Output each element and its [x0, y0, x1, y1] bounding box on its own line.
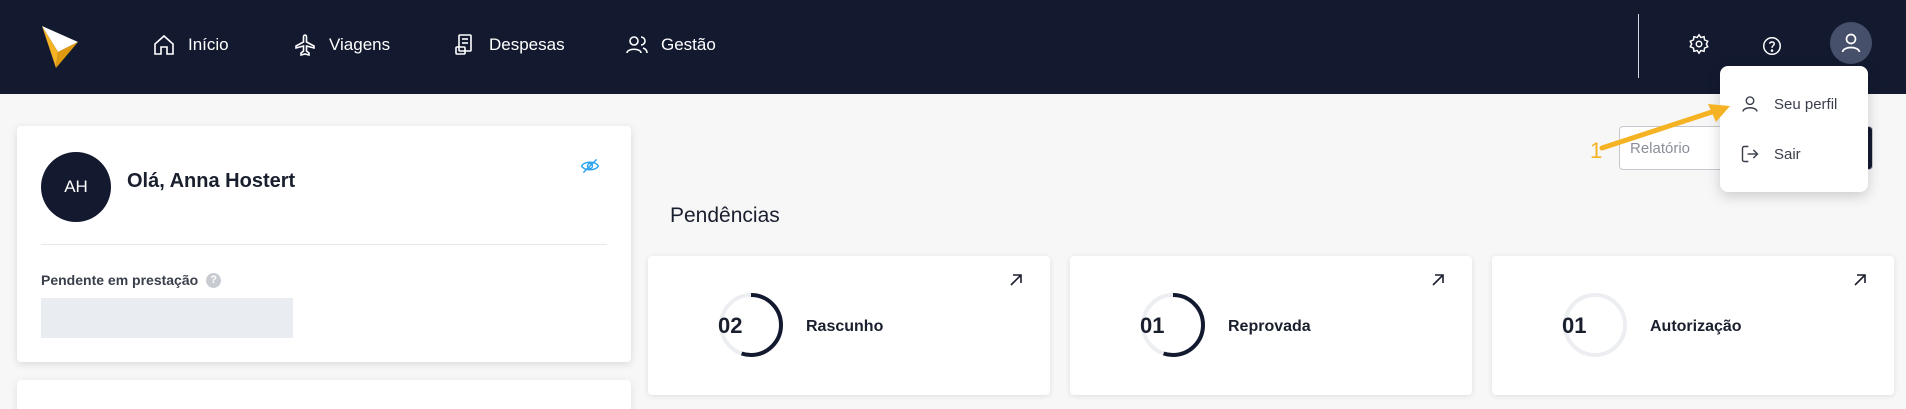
- annotation-number: 1: [1590, 138, 1603, 163]
- arrow-up-right-icon[interactable]: [1430, 272, 1446, 288]
- user-menu-button[interactable]: [1830, 22, 1872, 64]
- plane-icon: [295, 34, 315, 57]
- nav-despesas[interactable]: Despesas: [453, 30, 565, 60]
- menu-item-profile[interactable]: Seu perfil: [1740, 90, 1837, 118]
- nav-despesas-label: Despesas: [489, 35, 565, 54]
- pendency-label: Rascunho: [806, 318, 884, 335]
- annotation-arrow: [1599, 104, 1730, 151]
- nav-gestao[interactable]: Gestão: [625, 30, 716, 60]
- pendency-label: Reprovada: [1228, 318, 1311, 335]
- nav-divider: [1638, 14, 1639, 78]
- pendency-card-autorizacao[interactable]: 01 Autorização: [1492, 256, 1894, 395]
- arrow-up-right-icon[interactable]: [1008, 272, 1024, 288]
- user-icon: [1841, 33, 1861, 53]
- user-icon: [1742, 96, 1758, 112]
- nav-inicio[interactable]: Início: [152, 30, 229, 60]
- avatar: AH: [41, 152, 111, 222]
- secondary-card: [17, 380, 631, 409]
- card-divider: [41, 244, 607, 245]
- arrow-up-right-icon[interactable]: [1852, 272, 1868, 288]
- pending-value-placeholder: [41, 298, 293, 338]
- help-badge-icon[interactable]: ?: [206, 272, 222, 288]
- pendency-card-reprovada[interactable]: 01 Reprovada: [1070, 256, 1472, 395]
- eye-off-icon[interactable]: [580, 156, 600, 176]
- top-navbar: Início Viagens Despesas Gestão: [0, 0, 1906, 94]
- pendency-count: 02: [718, 313, 743, 338]
- nav-viagens-label: Viagens: [329, 35, 391, 54]
- menu-item-logout-label: Sair: [1774, 145, 1801, 163]
- pendency-label: Autorização: [1650, 318, 1742, 335]
- pending-label-text: Pendente em prestação: [41, 272, 199, 288]
- nav-gestao-label: Gestão: [661, 35, 716, 54]
- logout-icon: [1741, 145, 1759, 163]
- pendency-count: 01: [1140, 313, 1165, 338]
- help-button[interactable]: [1758, 32, 1786, 60]
- section-title: Pendências: [670, 204, 780, 227]
- pending-label: Pendente em prestação ?: [41, 272, 222, 288]
- user-dropdown-menu: Seu perfil Sair: [1720, 66, 1868, 192]
- receipt-icon: [455, 34, 472, 55]
- greeting: Olá, Anna Hostert: [127, 170, 296, 192]
- menu-item-logout[interactable]: Sair: [1740, 140, 1801, 168]
- users-icon: [626, 36, 648, 54]
- profile-card: AH Olá, Anna Hostert Pendente em prestaç…: [17, 126, 631, 362]
- pendency-card-rascunho[interactable]: 02 Rascunho: [648, 256, 1050, 395]
- home-icon: [154, 34, 174, 55]
- settings-button[interactable]: [1685, 30, 1713, 58]
- menu-item-profile-label: Seu perfil: [1774, 95, 1838, 113]
- nav-viagens[interactable]: Viagens: [293, 30, 390, 60]
- help-icon: [1763, 37, 1781, 55]
- nav-inicio-label: Início: [188, 35, 229, 54]
- gear-icon: [1689, 33, 1709, 55]
- logo[interactable]: [40, 22, 80, 70]
- pendency-count: 01: [1562, 313, 1587, 338]
